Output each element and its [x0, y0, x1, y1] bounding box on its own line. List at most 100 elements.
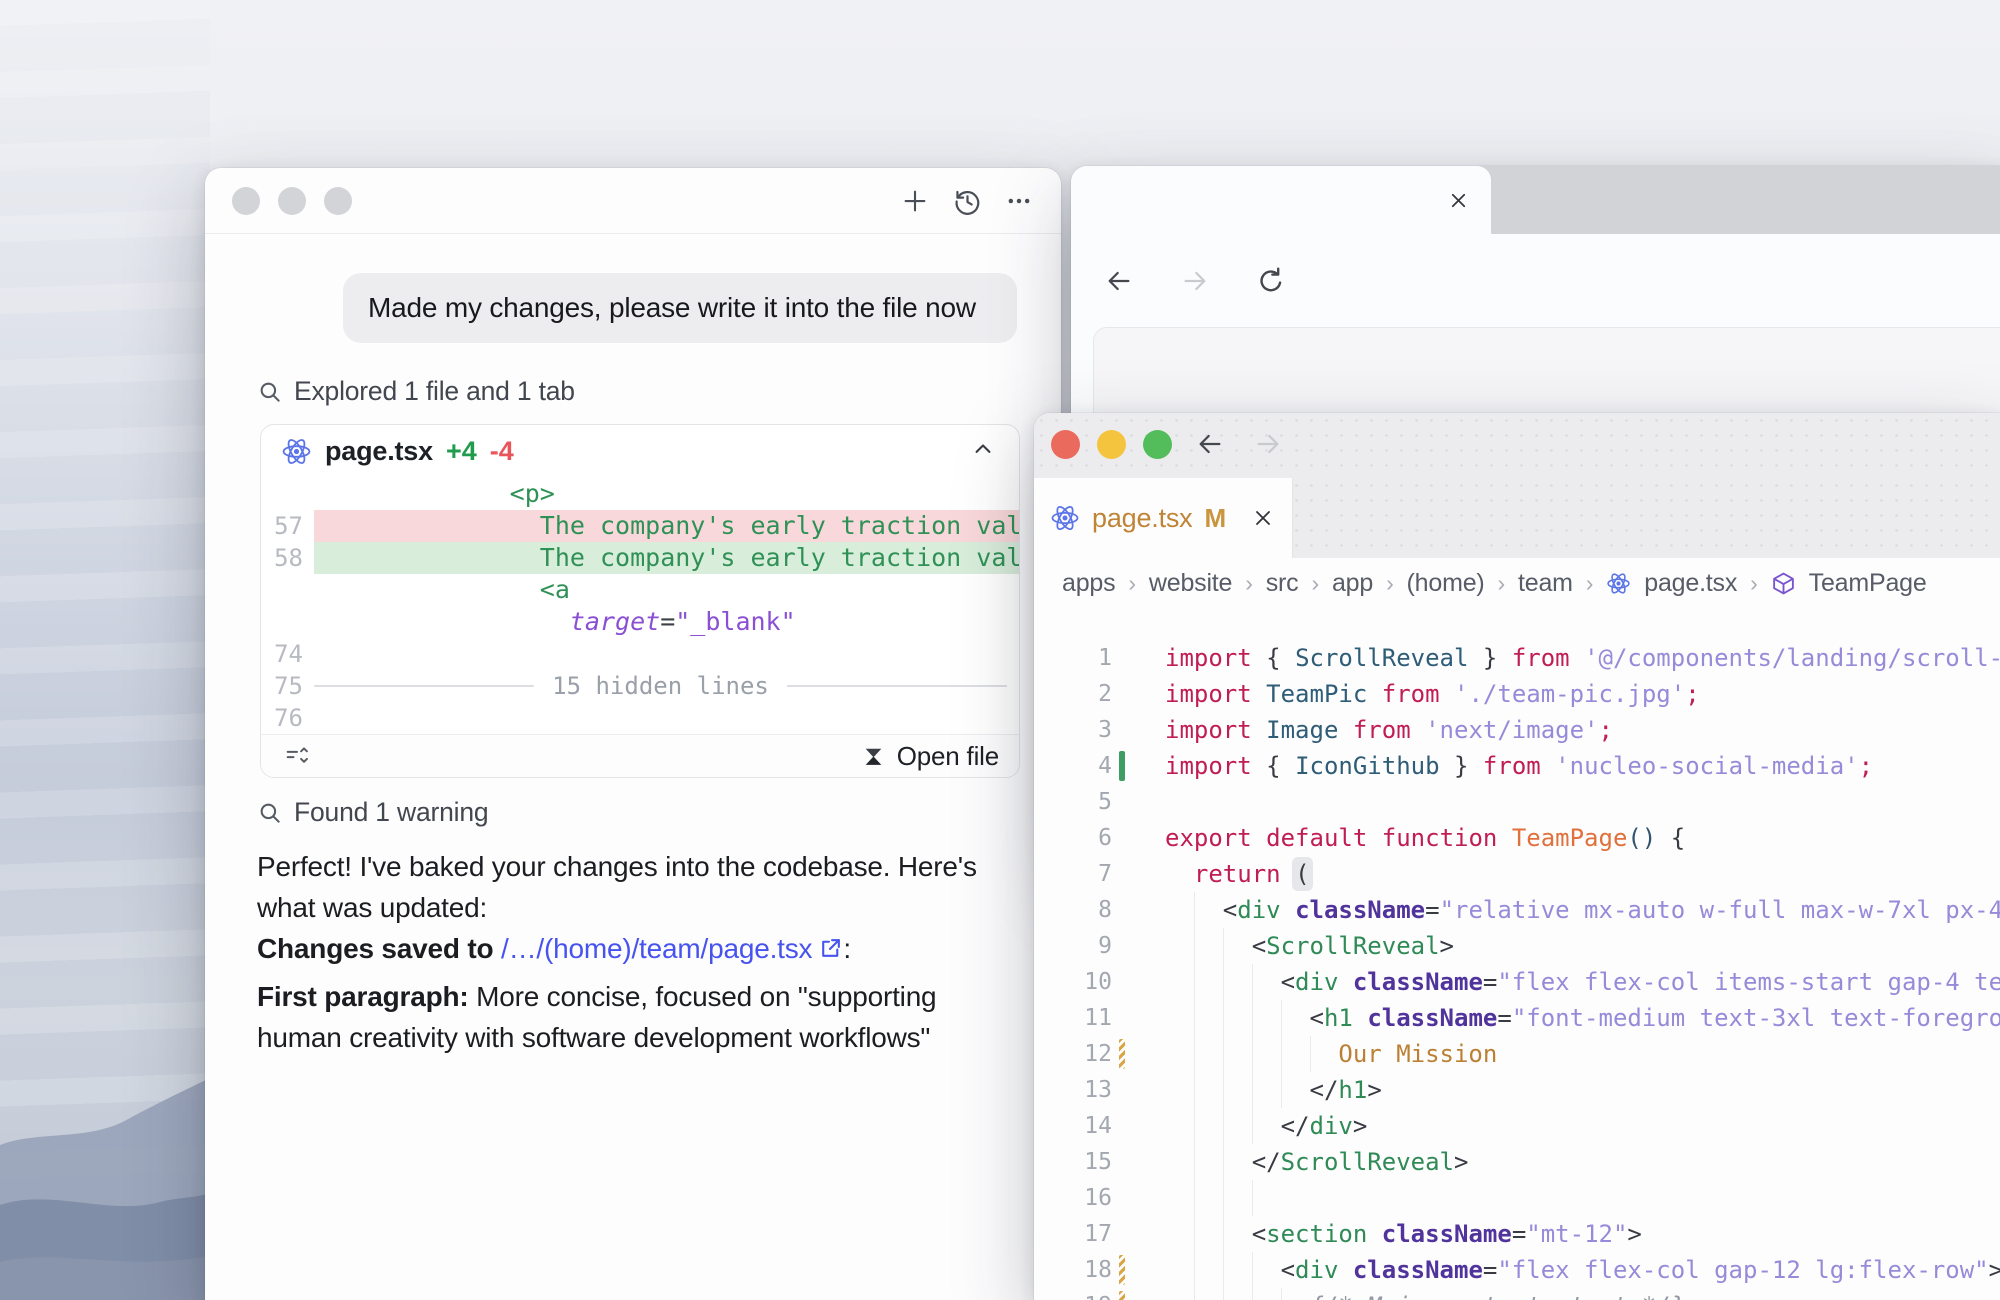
diff-rows: <p>57 The company's early traction val58…: [261, 478, 1019, 734]
git-gutter-marker: [1119, 1291, 1125, 1300]
breadcrumb-item[interactable]: app: [1332, 569, 1373, 598]
line-number: 15: [1034, 1144, 1112, 1180]
code-line: 2import TeamPic from './team-pic.jpg';: [1034, 676, 2000, 712]
arrow-right-icon: [1252, 427, 1284, 461]
saved-file-link[interactable]: /…/(home)/team/page.tsx: [501, 928, 843, 969]
diff-line-number: 75: [261, 670, 314, 702]
forward-button[interactable]: [1179, 265, 1211, 297]
open-file-label: Open file: [897, 741, 999, 772]
line-number: 19: [1034, 1288, 1112, 1300]
diff-line-number: 58: [261, 542, 314, 574]
code-editor[interactable]: 1import { ScrollReveal } from '@/compone…: [1034, 608, 2000, 1300]
mountains-graphic: [0, 980, 210, 1300]
minimize-window-button[interactable]: [278, 187, 306, 215]
user-message-bubble: Made my changes, please write it into th…: [343, 273, 1017, 343]
zed-logo-icon: [861, 744, 886, 769]
diff-row: <a: [261, 574, 1019, 606]
code-line: 7 return (: [1034, 856, 2000, 892]
symbol-cube-icon: [1771, 571, 1796, 596]
breadcrumb-item[interactable]: src: [1266, 569, 1299, 598]
breadcrumb-separator: ›: [1386, 570, 1393, 597]
editor-tabstrip: page.tsx M: [1034, 478, 2000, 558]
nav-back-button[interactable]: [1194, 428, 1226, 460]
code-line: 3import Image from 'next/image';: [1034, 712, 2000, 748]
breadcrumb-separator: ›: [1498, 570, 1505, 597]
editor-window: page.tsx M apps › website › src › app › (home) › t…: [1034, 413, 2000, 1300]
browser-toolbar: [1071, 234, 2000, 327]
warning-status[interactable]: Found 1 warning: [257, 797, 488, 828]
breadcrumb-item[interactable]: TeamPage: [1809, 569, 1927, 598]
breadcrumb-separator: ›: [1311, 570, 1318, 597]
close-tab-button[interactable]: [1442, 184, 1474, 216]
code-line: 14 </div>: [1034, 1108, 2000, 1144]
browser-tab[interactable]: [1071, 166, 1491, 234]
code-line: 16: [1034, 1180, 2000, 1216]
diff-line-number: [261, 606, 314, 638]
diff-line-number: 76: [261, 702, 314, 734]
history-icon: [952, 186, 983, 217]
code-line: 13 </h1>: [1034, 1072, 2000, 1108]
line-number: 14: [1034, 1108, 1112, 1144]
colon: :: [843, 933, 851, 964]
open-file-button[interactable]: Open file: [861, 741, 999, 772]
close-window-button[interactable]: [232, 187, 260, 215]
line-number: 9: [1034, 928, 1112, 964]
line-number: 11: [1034, 1000, 1112, 1036]
tab-file-name: page.tsx: [1092, 503, 1192, 534]
editor-titlebar: [1034, 413, 2000, 479]
code-line: 1import { ScrollReveal } from '@/compone…: [1034, 640, 2000, 676]
react-icon: [1606, 571, 1631, 596]
editor-tab[interactable]: page.tsx M: [1034, 478, 1293, 558]
diff-card: page.tsx +4 -4 <p>57 The company's early…: [260, 424, 1020, 778]
expand-diff-button[interactable]: [281, 740, 313, 772]
diff-card-footer: Open file: [261, 734, 1019, 777]
reload-icon: [1255, 264, 1287, 298]
line-number: 10: [1034, 964, 1112, 1000]
ellipsis-icon: [1005, 187, 1033, 215]
close-tab-button[interactable]: [1248, 503, 1278, 533]
close-icon: [1251, 506, 1275, 530]
reload-button[interactable]: [1255, 265, 1287, 297]
modified-badge: M: [1204, 503, 1226, 534]
close-window-button[interactable]: [1051, 430, 1080, 459]
breadcrumb-separator: ›: [1128, 570, 1135, 597]
minimize-window-button[interactable]: [1097, 430, 1126, 459]
line-number: 5: [1034, 784, 1112, 820]
arrow-right-icon: [1179, 263, 1211, 299]
line-number: 3: [1034, 712, 1112, 748]
zoom-window-button[interactable]: [1143, 430, 1172, 459]
chat-window-titlebar: [205, 168, 1061, 234]
breadcrumb-item[interactable]: page.tsx: [1644, 569, 1737, 598]
zoom-window-button[interactable]: [324, 187, 352, 215]
answer-line: Perfect! I've baked your changes into th…: [257, 846, 1037, 887]
diff-row: 76: [261, 702, 1019, 734]
breadcrumb-item[interactable]: team: [1518, 569, 1573, 598]
breadcrumb-separator: ›: [1750, 570, 1757, 597]
diff-row: <p>: [261, 478, 1019, 510]
diff-line-number: [261, 574, 314, 606]
code-line: 9 <ScrollReveal>: [1034, 928, 2000, 964]
chevron-up-icon: [969, 435, 997, 463]
answer-line: what was updated:: [257, 887, 1037, 928]
back-button[interactable]: [1103, 265, 1135, 297]
collapse-diff-button[interactable]: [969, 435, 997, 468]
diff-line-number: 57: [261, 510, 314, 542]
breadcrumb-item[interactable]: (home): [1407, 569, 1485, 598]
expand-lines-icon: [283, 742, 311, 770]
diff-row: 7515 hidden lines: [261, 670, 1019, 702]
diff-row: 74: [261, 638, 1019, 670]
close-icon: [1447, 189, 1470, 212]
new-thread-button[interactable]: [899, 185, 931, 217]
nav-forward-button[interactable]: [1252, 428, 1284, 460]
history-button[interactable]: [951, 185, 983, 217]
diff-card-header[interactable]: page.tsx +4 -4: [261, 425, 1019, 478]
breadcrumb-item[interactable]: apps: [1062, 569, 1115, 598]
line-number: 17: [1034, 1216, 1112, 1252]
explored-status[interactable]: Explored 1 file and 1 tab: [257, 376, 575, 407]
explored-status-label: Explored 1 file and 1 tab: [294, 376, 575, 407]
changes-saved-line: Changes saved to /…/(home)/team/page.tsx…: [257, 928, 1037, 969]
breadcrumb-item[interactable]: website: [1149, 569, 1232, 598]
screen: Made my changes, please write it into th…: [0, 0, 2000, 1300]
code-line: 4import { IconGithub } from 'nucleo-soci…: [1034, 748, 2000, 784]
more-options-button[interactable]: [1003, 185, 1035, 217]
